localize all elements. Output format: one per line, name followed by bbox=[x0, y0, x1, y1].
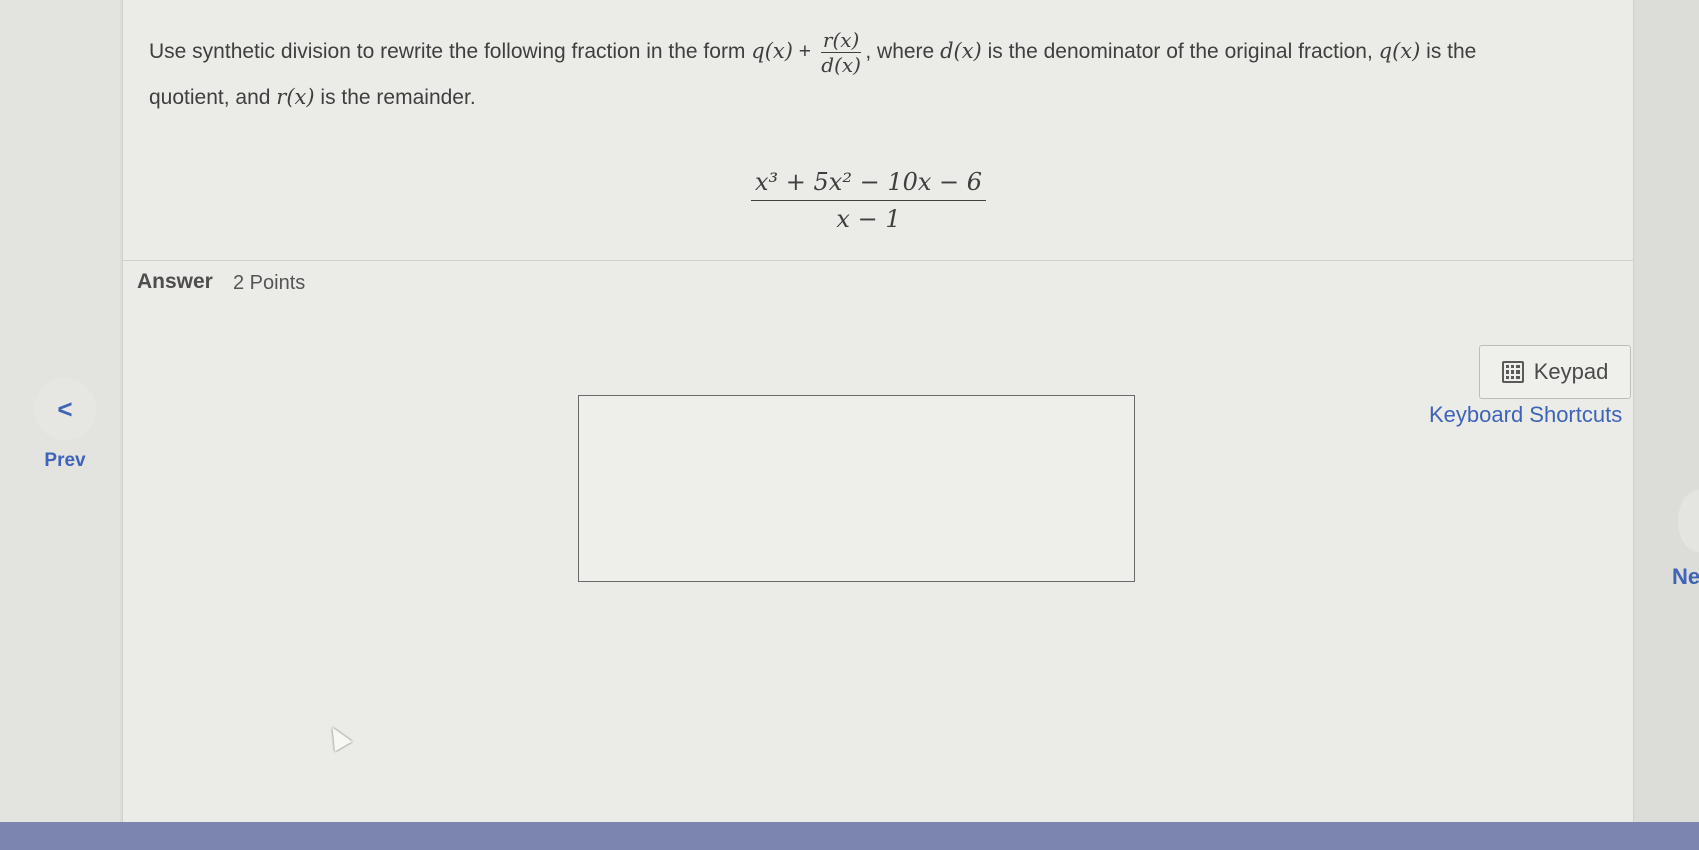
plus-sign: + bbox=[798, 40, 812, 64]
question-area: Use synthetic division to rewrite the fo… bbox=[123, 0, 1633, 261]
calculator-icon bbox=[1501, 361, 1524, 383]
quotient-text: quotient, and bbox=[149, 86, 271, 109]
denominator-text: is the denominator of the original fract… bbox=[987, 40, 1373, 64]
q-expression: q(x) bbox=[751, 39, 793, 64]
next-label[interactable]: Ne bbox=[1672, 564, 1699, 590]
prev-button[interactable]: < Prev bbox=[32, 378, 98, 472]
keyboard-shortcuts-link[interactable]: Keyboard Shortcuts bbox=[1429, 402, 1622, 428]
prev-label: Prev bbox=[44, 450, 86, 471]
q-expression-2: q(x) bbox=[1378, 39, 1421, 64]
given-fraction-denominator: x − 1 bbox=[836, 205, 901, 233]
remainder-text: is the remainder. bbox=[320, 86, 476, 109]
answer-input[interactable] bbox=[578, 395, 1135, 582]
answer-label: Answer bbox=[137, 270, 213, 293]
r-expression: r(x) bbox=[276, 85, 315, 109]
keypad-button[interactable]: Keypad bbox=[1479, 345, 1631, 399]
next-button[interactable] bbox=[1678, 490, 1699, 552]
is-the-text: is the bbox=[1426, 40, 1477, 64]
given-fraction-numerator: x³ + 5x² − 10x − 6 bbox=[751, 168, 987, 201]
footer-band bbox=[0, 822, 1699, 850]
chevron-left-icon: < bbox=[34, 378, 96, 440]
question-intro: Use synthetic division to rewrite the fo… bbox=[149, 40, 746, 64]
form-fraction: r(x) d(x) bbox=[820, 28, 862, 77]
given-fraction: x³ + 5x² − 10x − 6 x − 1 bbox=[751, 168, 987, 233]
d-expression: d(x) bbox=[940, 39, 982, 64]
keypad-label: Keypad bbox=[1533, 359, 1609, 384]
question-text: Use synthetic division to rewrite the fo… bbox=[149, 28, 1609, 118]
where-text: , where bbox=[865, 40, 935, 64]
points-label: 2 Points bbox=[233, 272, 306, 294]
form-fraction-numerator: r(x) bbox=[820, 28, 862, 53]
form-fraction-denominator: d(x) bbox=[821, 53, 861, 77]
question-panel: Use synthetic division to rewrite the fo… bbox=[122, 0, 1634, 822]
